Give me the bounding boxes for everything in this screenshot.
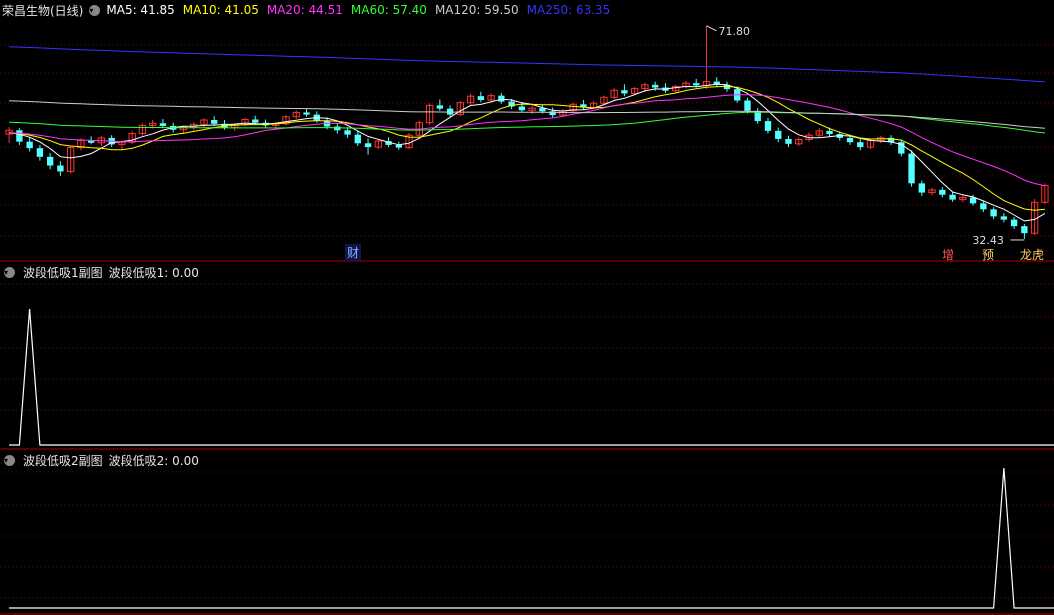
candle-body [1010, 219, 1018, 227]
candle-body [159, 123, 167, 126]
candle-body [949, 194, 956, 200]
candlestick-chart[interactable]: 71.80 32.43 [0, 0, 1054, 262]
candle-body [57, 165, 64, 172]
candle-body [826, 130, 833, 135]
candle-body [621, 90, 628, 94]
sub-chart-1[interactable] [0, 262, 1054, 450]
candle-body [939, 189, 946, 195]
candle-body [303, 112, 310, 115]
candle-body [518, 106, 526, 111]
candle-body [744, 100, 751, 111]
candle-body [990, 209, 997, 217]
candle-body [857, 142, 864, 148]
candle-body [26, 141, 33, 149]
candle-body [364, 143, 372, 148]
sub1-legend: ▾ 波段低吸1副图 波段低吸1: 0.00 [0, 262, 199, 282]
candle-body [344, 130, 351, 135]
candle-body [36, 148, 44, 157]
signal-line [9, 467, 1054, 609]
ma-line [9, 85, 1045, 211]
candle-body [980, 203, 987, 210]
chevron-down-icon[interactable]: ▾ [4, 454, 15, 466]
candle-body [1000, 216, 1008, 220]
candle-body [436, 105, 444, 109]
sub1-value: 波段低吸1: 0.00 [108, 265, 199, 280]
sub2-value: 波段低吸2: 0.00 [108, 453, 199, 468]
sub1-title: 波段低吸1副图 [23, 265, 103, 280]
candle-body [652, 84, 659, 88]
ma-line [9, 83, 1046, 222]
candle-body [354, 134, 361, 144]
candle-body [334, 126, 341, 131]
candle-body [693, 83, 700, 86]
sub-chart-1-pane: ▾ 波段低吸1副图 波段低吸1: 0.00 [0, 262, 1054, 450]
candle-body [908, 153, 915, 184]
candle-body [498, 95, 505, 102]
chevron-down-icon[interactable]: ▾ [4, 266, 15, 278]
candle-body [211, 120, 218, 124]
low-label: 32.43 [972, 234, 1004, 247]
candle-body [775, 130, 782, 139]
candle-body [918, 183, 925, 193]
sub-chart-2-pane: ▾ 波段低吸2副图 波段低吸2: 0.00 [0, 450, 1054, 615]
candle-body [764, 121, 772, 131]
candle-body [395, 144, 402, 148]
candle-body [252, 119, 259, 123]
high-marker [706, 25, 717, 32]
candle-body [477, 96, 485, 100]
candle-body [846, 137, 854, 143]
signal-line [9, 308, 1054, 446]
ma-line [9, 46, 1045, 83]
event-tag-dragon-tiger[interactable]: 龙虎 [1018, 246, 1046, 263]
candle-body [1021, 226, 1028, 234]
event-tag-increase[interactable]: 增 [940, 246, 956, 263]
candle-body [785, 138, 792, 144]
sub2-title: 波段低吸2副图 [23, 453, 103, 468]
event-tag-forecast[interactable]: 预 [980, 246, 996, 263]
sub-chart-2[interactable] [0, 450, 1054, 615]
sub2-legend: ▾ 波段低吸2副图 波段低吸2: 0.00 [0, 450, 199, 470]
candle-body [16, 130, 23, 142]
event-tag-finance[interactable]: 财 [345, 244, 362, 261]
high-label: 71.80 [718, 25, 750, 38]
candle-body [46, 156, 54, 166]
main-chart-pane: 荣昌生物(日线) ▾ MA5: 41.85 MA10: 41.05 MA20: 44… [0, 0, 1054, 262]
